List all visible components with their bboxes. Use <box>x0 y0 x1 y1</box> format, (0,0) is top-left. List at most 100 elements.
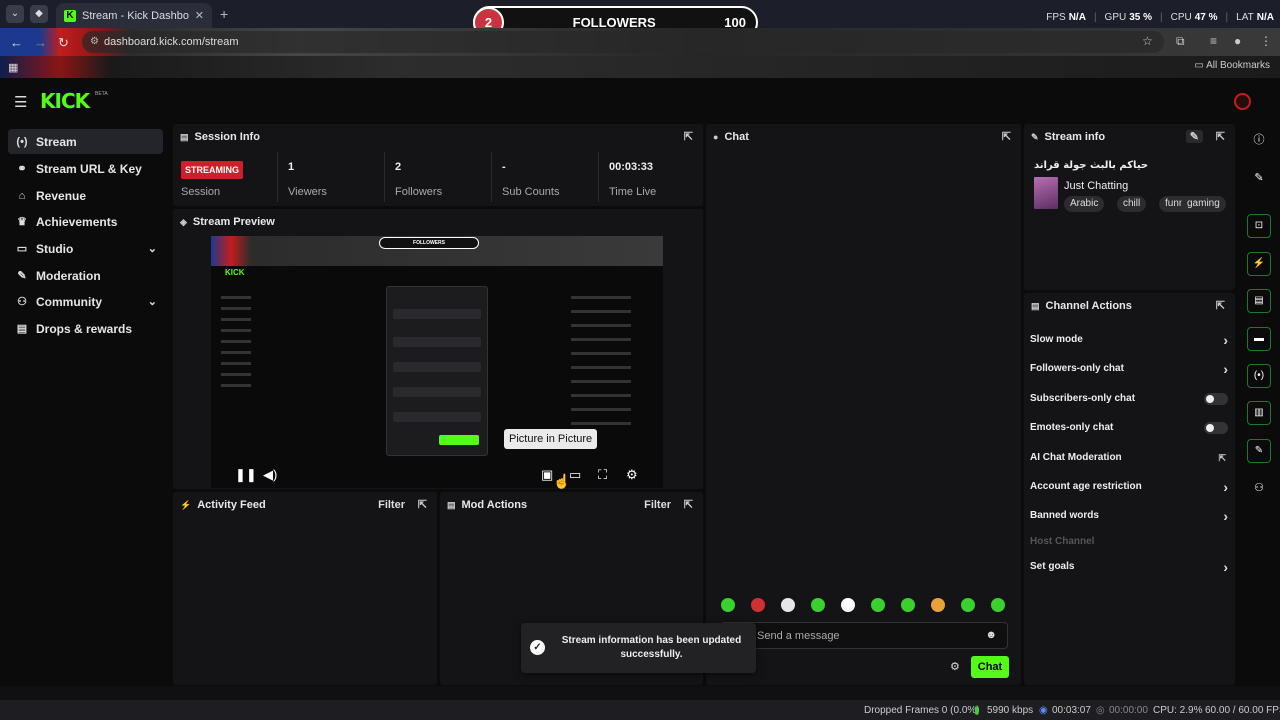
dropped-frames: Dropped Frames 0 (0.0%) <box>864 705 980 716</box>
settings-gear-icon[interactable]: ⚙ <box>626 467 638 483</box>
emote-icon[interactable] <box>931 598 945 612</box>
stream-title: حياكم بالبث جولة قراند <box>1034 160 1149 171</box>
subscribers-only-toggle[interactable] <box>1204 393 1228 405</box>
slow-mode-row[interactable]: Slow mode › <box>1030 329 1228 351</box>
close-tab-icon[interactable]: ✕ <box>195 9 204 22</box>
user-avatar[interactable] <box>1234 93 1251 110</box>
popout-icon[interactable]: ⇱ <box>684 498 693 511</box>
chat-message-input[interactable] <box>757 628 977 644</box>
emote-icon[interactable] <box>901 598 915 612</box>
sidebar-item-moderation[interactable]: ✎ Moderation <box>8 263 163 288</box>
layout-icon[interactable]: ▥ <box>1247 401 1271 425</box>
pause-icon[interactable]: ❚❚ <box>235 467 257 483</box>
emote-icon[interactable] <box>961 598 975 612</box>
list-icon: ▤ <box>447 499 456 510</box>
chat-settings-gear-icon[interactable]: ⚙ <box>950 660 960 673</box>
menu-kebab-icon[interactable]: ⋮ <box>1260 34 1272 48</box>
volume-icon[interactable]: ◀) <box>263 467 277 483</box>
tab-search-icon[interactable]: ⌄ <box>6 5 24 23</box>
address-bar-row: ← → ↻ ⚙ dashboard.kick.com/stream ☆ ⧉ ≡ … <box>0 28 1280 56</box>
sidebar-item-achievements[interactable]: ♛ Achievements <box>8 209 163 234</box>
emotes-only-toggle[interactable] <box>1204 422 1228 434</box>
lightning-icon[interactable]: ⚡ <box>1247 252 1271 276</box>
gpu-stat: GPU 35 % <box>1104 12 1153 23</box>
forward-arrow-icon[interactable]: → <box>34 35 47 50</box>
reload-icon[interactable]: ↻ <box>58 35 69 51</box>
theater-mode-icon[interactable]: ▭ <box>569 467 581 483</box>
time-live-stat: 00:03:33 Time Live <box>598 152 703 202</box>
status-badge: STREAMING <box>181 161 243 179</box>
stream-preview-header: ◈ Stream Preview <box>180 216 275 228</box>
latency-stat: LAT N/A <box>1236 12 1274 23</box>
emote-icon[interactable] <box>751 598 765 612</box>
stream-time: 00:03:07 <box>1052 705 1091 716</box>
emote-icon[interactable] <box>721 598 735 612</box>
popout-icon[interactable]: ⇱ <box>684 130 693 143</box>
emote-icon[interactable] <box>781 598 795 612</box>
activity-filter-button[interactable]: Filter <box>378 499 405 511</box>
picture-in-picture-icon[interactable]: ▣ <box>541 467 553 483</box>
chat-send-button[interactable]: Chat <box>971 656 1009 678</box>
emote-icon[interactable] <box>811 598 825 612</box>
link-icon: ⚭ <box>17 163 27 175</box>
video-controls: ❚❚ ◀) ▣ ▭ ⛶ ⚙ <box>211 463 663 487</box>
broadcast-icon[interactable]: (•) <box>1247 364 1271 388</box>
chat-header: ● Chat ⇱ <box>713 130 1011 143</box>
sidebar-item-community[interactable]: ⚇ Community ⌄ <box>8 289 163 314</box>
sidebar-item-revenue[interactable]: ⌂ Revenue <box>8 183 163 208</box>
app-header: ☰ KICK BETA <box>0 80 1280 123</box>
info-icon[interactable]: ⓘ <box>1247 128 1271 152</box>
popout-icon[interactable]: ⇱ <box>418 498 427 511</box>
popout-icon[interactable]: ⇱ <box>1216 299 1225 312</box>
bookmarks-bar: ▦ ▭ All Bookmarks <box>0 56 1280 78</box>
hamburger-menu-icon[interactable]: ☰ <box>14 93 27 111</box>
users-icon: ⚇ <box>17 296 27 308</box>
all-bookmarks-button[interactable]: ▭ All Bookmarks <box>1194 60 1270 71</box>
sub-counts-stat: - Sub Counts <box>491 152 598 202</box>
stream-video[interactable]: FOLLOWERS KICK <box>211 236 663 488</box>
popout-icon[interactable]: ⇱ <box>1002 130 1011 143</box>
followers-only-row[interactable]: Followers-only chat › <box>1030 358 1228 380</box>
stream-preview-panel: ◈ Stream Preview FOLLOWERS KICK ❚❚ ◀) ▣ … <box>173 209 703 489</box>
new-tab-icon[interactable]: + <box>220 6 228 22</box>
document-icon[interactable]: ▤ <box>1247 289 1271 313</box>
media-icon[interactable]: ≡ <box>1210 34 1217 48</box>
site-info-icon[interactable]: ⚙ <box>90 31 99 53</box>
success-toast: ✓ Stream information has been updated su… <box>521 623 756 673</box>
activity-feed-header: ⚡ Activity Feed Filter ⇱ <box>180 498 427 511</box>
screen-capture-icon[interactable]: ⊡ <box>1247 214 1271 238</box>
sidebar-item-stream-url-key[interactable]: ⚭ Stream URL & Key <box>8 156 163 181</box>
profile-icon[interactable]: ● <box>1234 34 1241 48</box>
bookmark-star-icon[interactable]: ☆ <box>1142 34 1153 48</box>
edit-icon[interactable]: ✎ <box>1247 166 1271 190</box>
chat-icon[interactable]: ▬ <box>1247 327 1271 351</box>
emote-icon[interactable] <box>871 598 885 612</box>
emote-icon[interactable] <box>991 598 1005 612</box>
account-age-row[interactable]: Account age restriction › <box>1030 476 1228 498</box>
extensions-icon[interactable]: ⧉ <box>1176 34 1185 49</box>
emoji-picker-icon[interactable]: ☻ <box>985 629 997 641</box>
browser-tab-active[interactable]: K Stream - Kick Dashboard ✕ <box>56 3 212 28</box>
sidebar-item-stream[interactable]: (•) Stream <box>8 129 163 154</box>
back-arrow-icon[interactable]: ← <box>10 35 23 50</box>
kick-logo[interactable]: KICK <box>40 89 90 113</box>
popout-icon[interactable]: ⇱ <box>1216 130 1225 143</box>
apps-grid-icon[interactable]: ▦ <box>8 61 18 74</box>
edit-pencil-icon[interactable]: ✎ <box>1185 130 1203 143</box>
emotes-only-row: Emotes-only chat <box>1030 417 1228 439</box>
extension-tab-icon[interactable]: ◆ <box>30 5 48 23</box>
banned-words-row[interactable]: Banned words › <box>1030 505 1228 527</box>
url-input[interactable]: ⚙ dashboard.kick.com/stream <box>82 31 1164 53</box>
sidebar-item-studio[interactable]: ▭ Studio ⌄ <box>8 236 163 261</box>
wrench-icon[interactable]: ✎ <box>1247 439 1271 463</box>
ai-chat-moderation-row[interactable]: AI Chat Moderation ⇱ <box>1030 447 1228 469</box>
chevron-right-icon: › <box>1223 559 1228 575</box>
set-goals-row[interactable]: Set goals › <box>1030 556 1228 578</box>
fullscreen-icon[interactable]: ⛶ <box>598 467 607 483</box>
sidebar-item-drops-rewards[interactable]: ▤ Drops & rewards <box>8 316 163 341</box>
emote-icon[interactable] <box>841 598 855 612</box>
tag: chill <box>1117 196 1147 212</box>
mod-actions-filter-button[interactable]: Filter <box>644 499 671 511</box>
bitrate: 5990 kbps <box>987 705 1034 716</box>
users-icon[interactable]: ⚇ <box>1247 476 1271 500</box>
